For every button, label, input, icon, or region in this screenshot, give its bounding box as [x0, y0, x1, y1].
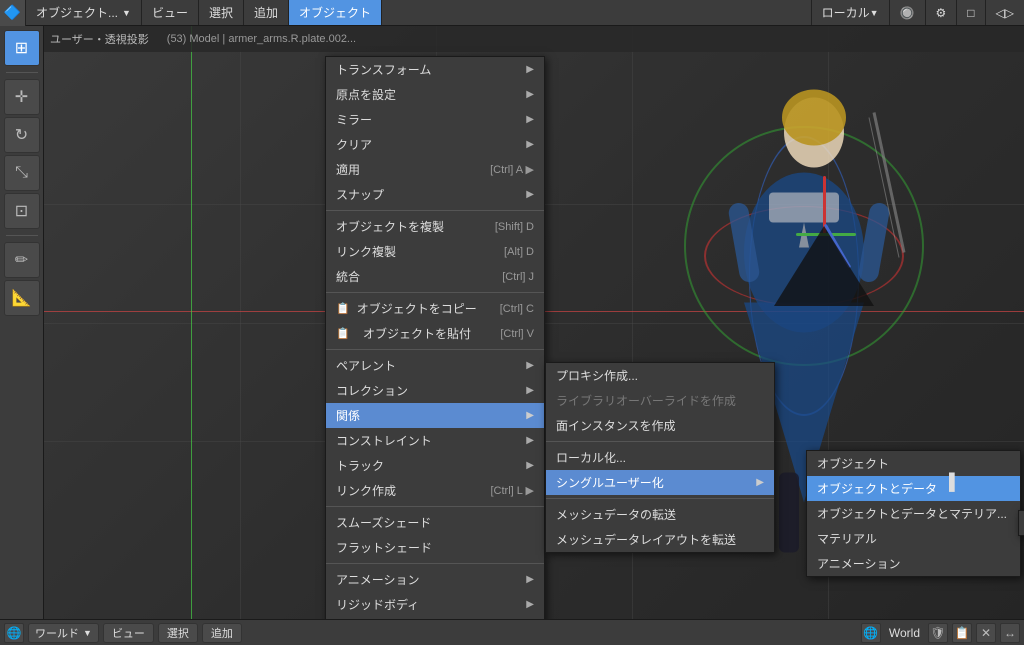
submenu-mesh-data-transfer[interactable]: メッシュデータの転送: [546, 502, 774, 527]
menu-item-snap[interactable]: スナップ ▶: [326, 182, 544, 207]
submenu-proxy[interactable]: プロキシ作成...: [546, 363, 774, 388]
tool-measure[interactable]: 📐: [4, 280, 40, 316]
submenu-mesh-layout-transfer[interactable]: メッシュデータレイアウトを転送: [546, 527, 774, 552]
icon-btn-4[interactable]: ◁▷: [985, 0, 1024, 25]
single-user-submenu: オブジェクト オブジェクトとデータ オブジェクトとデータとマテリア... マテリ…: [806, 450, 1021, 577]
resize-icon[interactable]: ↔: [1000, 623, 1020, 643]
icon-btn-1[interactable]: 🔘: [889, 0, 925, 25]
bottom-sphere-icon[interactable]: 🌐: [4, 623, 24, 643]
tool-rotate[interactable]: ↻: [4, 117, 40, 153]
object-link-submenu: オブジェクトごとにリン...: [1018, 510, 1024, 536]
depth-artifact: [774, 226, 874, 306]
menu-item-join[interactable]: 統合 [Ctrl] J: [326, 264, 544, 289]
sub-separator-1: [546, 441, 774, 442]
viewport-header: ユーザー・透視投影 (53) Model | armer_arms.R.plat…: [44, 26, 1024, 52]
menu-item-apply[interactable]: 適用 [Ctrl] A ▶: [326, 157, 544, 182]
bottom-right: 🌐 World 🛡 📋 ✕ ↔: [861, 623, 1020, 643]
menu-item-duplicate[interactable]: オブジェクトを複製 [Shift] D: [326, 214, 544, 239]
separator-1: [326, 210, 544, 211]
menu-item-smooth-shade[interactable]: スムーズシェード: [326, 510, 544, 535]
menu-item-paste[interactable]: 📋 オブジェクトを貼付 [Ctrl] V: [326, 321, 544, 346]
menu-item-link-create[interactable]: リンク作成 [Ctrl] L ▶: [326, 478, 544, 503]
grid-line: [240, 26, 241, 619]
tool-scale[interactable]: ⤡: [4, 155, 40, 191]
menu-view[interactable]: ビュー: [142, 0, 199, 25]
menu-item-constraints[interactable]: コンストレイント ▶: [326, 428, 544, 453]
top-bar: 🔷 オブジェクト... ▼ ビュー 選択 追加 オブジェクト ローカル ▼ 🔘 …: [0, 0, 1024, 26]
single-user-animation[interactable]: アニメーション: [807, 551, 1020, 576]
bottom-menu-add[interactable]: 追加: [202, 623, 242, 643]
shield-icon[interactable]: 🛡: [928, 623, 948, 643]
separator-3: [326, 349, 544, 350]
menu-item-flat-shade[interactable]: フラットシェード: [326, 535, 544, 560]
submenu-localize[interactable]: ローカル化...: [546, 445, 774, 470]
menu-item-copy[interactable]: 📋 オブジェクトをコピー [Ctrl] C: [326, 296, 544, 321]
view-type-label: ユーザー・透視投影: [50, 31, 149, 47]
editor-type-selector[interactable]: オブジェクト... ▼: [26, 0, 142, 25]
editor-type-label: オブジェクト...: [36, 4, 118, 21]
menu-select[interactable]: 選択: [199, 0, 244, 25]
relations-submenu: プロキシ作成... ライブラリオーバーライドを作成 面インスタンスを作成 ローカ…: [545, 362, 775, 553]
object-info: (53) Model | armer_arms.R.plate.002...: [167, 33, 356, 45]
local-dropdown[interactable]: ローカル ▼: [811, 0, 889, 25]
top-bar-right: ローカル ▼ 🔘 ⚙ □ ◁▷: [811, 0, 1024, 25]
viewport[interactable]: ユーザー・透視投影 (53) Model | armer_arms.R.plat…: [44, 26, 1024, 619]
menu-item-track[interactable]: トラック ▶: [326, 453, 544, 478]
tool-select-box[interactable]: ⊞: [4, 30, 40, 66]
world-text: World: [889, 626, 920, 640]
bottom-menu-view[interactable]: ビュー: [103, 623, 154, 643]
bottom-sphere-icon-2[interactable]: 🌐: [861, 623, 881, 643]
bottom-bar: 🌐 ワールド ▼ ビュー 選択 追加 🌐 World 🛡 📋 ✕ ↔: [0, 619, 1024, 645]
single-user-material[interactable]: マテリアル: [807, 526, 1020, 551]
separator-5: [326, 563, 544, 564]
world-dropdown[interactable]: ワールド ▼: [28, 623, 99, 643]
bottom-menu-select[interactable]: 選択: [158, 623, 198, 643]
main-context-menu: トランスフォーム ▶ 原点を設定 ▶ ミラー ▶ クリア ▶ 適用 [Ctr: [325, 56, 545, 619]
icon-btn-2[interactable]: ⚙: [925, 0, 957, 25]
menu-item-mirror[interactable]: ミラー ▶: [326, 107, 544, 132]
tool-move[interactable]: ✛: [4, 79, 40, 115]
separator-4: [326, 506, 544, 507]
menu-object[interactable]: オブジェクト: [289, 0, 382, 25]
tool-separator-1: [6, 72, 38, 73]
single-user-object-data[interactable]: オブジェクトとデータ: [807, 476, 1020, 501]
menu-item-parent[interactable]: ペアレント ▶: [326, 353, 544, 378]
submenu-library-override[interactable]: ライブラリオーバーライドを作成: [546, 388, 774, 413]
tool-separator-2: [6, 235, 38, 236]
y-axis: [191, 26, 192, 619]
submenu-face-instance[interactable]: 面インスタンスを作成: [546, 413, 774, 438]
sub-separator-2: [546, 498, 774, 499]
app-icon[interactable]: 🔷: [0, 0, 26, 26]
tool-annotate[interactable]: ✏: [4, 242, 40, 278]
icon-btn-3[interactable]: □: [956, 0, 984, 25]
menu-item-animation[interactable]: アニメーション ▶: [326, 567, 544, 592]
menu-item-transform[interactable]: トランスフォーム ▶: [326, 57, 544, 82]
menu-item-collection[interactable]: コレクション ▶: [326, 378, 544, 403]
menu-item-origin[interactable]: 原点を設定 ▶: [326, 82, 544, 107]
left-toolbar: ⊞ ✛ ↻ ⤡ ⊡ ✏ 📐: [0, 26, 44, 619]
clipboard-icon[interactable]: 📋: [952, 623, 972, 643]
world-label: ワールド: [35, 625, 79, 641]
object-per-link[interactable]: オブジェクトごとにリン...: [1019, 511, 1024, 535]
menu-add[interactable]: 追加: [244, 0, 289, 25]
menu-item-clear[interactable]: クリア ▶: [326, 132, 544, 157]
tool-transform[interactable]: ⊡: [4, 193, 40, 229]
single-user-object[interactable]: オブジェクト: [807, 451, 1020, 476]
menu-item-link-dup[interactable]: リンク複製 [Alt] D: [326, 239, 544, 264]
menu-item-rigid-body[interactable]: リジッドボディ ▶: [326, 592, 544, 617]
single-user-object-data-material[interactable]: オブジェクトとデータとマテリア...: [807, 501, 1020, 526]
separator-2: [326, 292, 544, 293]
menu-item-relations[interactable]: 関係 ▶: [326, 403, 544, 428]
submenu-single-user[interactable]: シングルユーザー化 ▶: [546, 470, 774, 495]
close-icon[interactable]: ✕: [976, 623, 996, 643]
main-area: ⊞ ✛ ↻ ⤡ ⊡ ✏ 📐: [0, 26, 1024, 619]
